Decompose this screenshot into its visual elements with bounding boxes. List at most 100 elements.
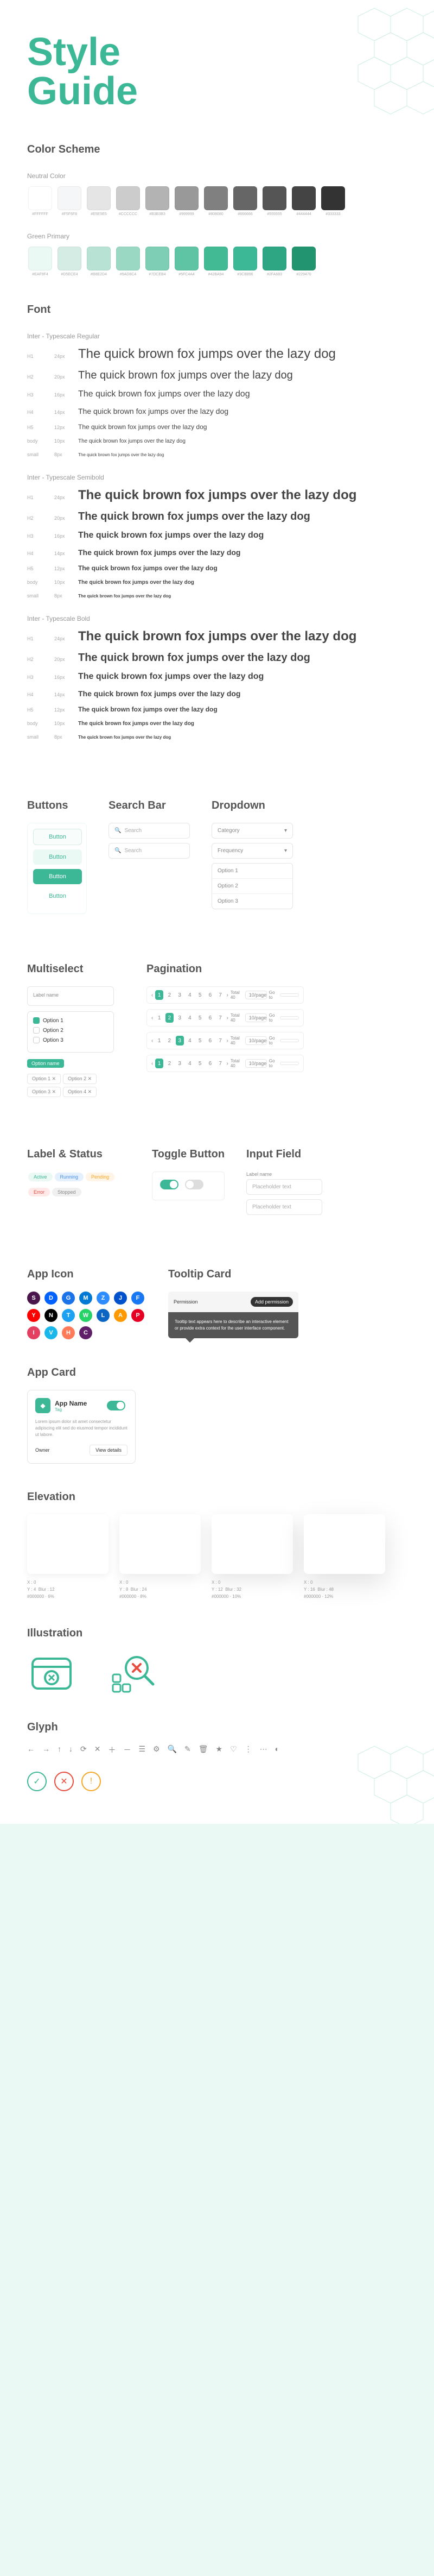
prev-icon[interactable]: ‹ <box>151 1061 153 1067</box>
page-number[interactable]: 1 <box>155 1036 163 1045</box>
app-icon[interactable]: S <box>27 1292 40 1305</box>
app-icon[interactable]: Z <box>97 1292 110 1305</box>
page-number[interactable]: 5 <box>196 1036 204 1045</box>
app-icon[interactable]: J <box>114 1292 127 1305</box>
page-number[interactable]: 7 <box>216 1013 225 1023</box>
color-swatch <box>116 247 140 270</box>
next-icon[interactable]: › <box>226 1015 228 1021</box>
multiselect-option[interactable]: Option 1 <box>33 1017 108 1024</box>
text-input[interactable]: Placeholder text <box>246 1179 322 1195</box>
toggle-on[interactable] <box>160 1180 178 1189</box>
page-number[interactable]: 1 <box>155 990 163 1000</box>
page-number[interactable]: 2 <box>165 1036 174 1045</box>
page-number[interactable]: 5 <box>196 990 204 1000</box>
app-icon[interactable]: V <box>44 1326 58 1339</box>
dropdown-category[interactable]: Category▾ <box>212 823 293 839</box>
tag[interactable]: Option 2 ✕ <box>63 1074 97 1084</box>
dropdown-option[interactable]: Option 2 <box>212 879 292 894</box>
app-icon[interactable]: P <box>131 1309 144 1322</box>
search-input-2[interactable]: 🔍Search <box>108 843 190 859</box>
checkbox[interactable] <box>33 1037 40 1043</box>
page-number[interactable]: 4 <box>186 990 194 1000</box>
toggle-off[interactable] <box>185 1180 203 1189</box>
app-icon[interactable]: A <box>114 1309 127 1322</box>
app-icon[interactable]: Y <box>27 1309 40 1322</box>
text-input-2[interactable]: Placeholder text <box>246 1199 322 1215</box>
prev-icon[interactable]: ‹ <box>151 1015 153 1021</box>
multiselect-closed[interactable]: Label name <box>27 986 114 1006</box>
page-number[interactable]: 5 <box>196 1013 204 1023</box>
page-number[interactable]: 4 <box>186 1013 194 1023</box>
app-card-body: Lorem ipsum dolor sit amet consectetur a… <box>35 1419 127 1438</box>
checkbox[interactable] <box>33 1017 40 1024</box>
goto-input[interactable] <box>280 993 299 997</box>
section-toggle: Toggle Button <box>152 1148 225 1161</box>
next-icon[interactable]: › <box>226 1061 228 1067</box>
prev-icon[interactable]: ‹ <box>151 992 153 998</box>
dropdown-frequency[interactable]: Frequency▾ <box>212 843 293 859</box>
tag[interactable]: Option 4 ✕ <box>63 1087 97 1097</box>
swatch-label: #9AD8C4 <box>120 273 136 276</box>
page-number[interactable]: 6 <box>206 990 214 1000</box>
page-number[interactable]: 3 <box>176 1059 184 1068</box>
add-permission-button[interactable]: Add permission <box>251 1297 293 1307</box>
button-light[interactable]: Button <box>33 849 82 865</box>
app-icon[interactable]: I <box>27 1326 40 1339</box>
page-number[interactable]: 2 <box>165 990 174 1000</box>
app-icon[interactable]: L <box>97 1309 110 1322</box>
page-number[interactable]: 1 <box>155 1059 163 1068</box>
checkbox[interactable] <box>33 1027 40 1034</box>
goto-input[interactable] <box>280 1016 299 1019</box>
app-icon[interactable]: T <box>62 1309 75 1322</box>
page-number[interactable]: 7 <box>216 1059 225 1068</box>
page-number[interactable]: 4 <box>186 1059 194 1068</box>
page-number[interactable]: 2 <box>165 1013 174 1023</box>
page-number[interactable]: 5 <box>196 1059 204 1068</box>
goto-input[interactable] <box>280 1039 299 1042</box>
per-page-select[interactable]: 10/page <box>245 991 267 999</box>
page-number[interactable]: 6 <box>206 1013 214 1023</box>
page-number[interactable]: 1 <box>155 1013 163 1023</box>
app-icon[interactable]: C <box>79 1326 92 1339</box>
multiselect-option[interactable]: Option 3 <box>33 1037 108 1043</box>
page-number[interactable]: 3 <box>176 1013 184 1023</box>
selected-tag[interactable]: Option name <box>27 1059 64 1068</box>
tag[interactable]: Option 1 ✕ <box>27 1074 61 1084</box>
tag[interactable]: Option 3 ✕ <box>27 1087 61 1097</box>
goto-input[interactable] <box>280 1062 299 1065</box>
multiselect-option[interactable]: Option 2 <box>33 1027 108 1034</box>
multiselect-open[interactable]: Option 1 Option 2 Option 3 <box>27 1011 114 1053</box>
page-number[interactable]: 7 <box>216 1036 225 1045</box>
app-icon[interactable]: H <box>62 1326 75 1339</box>
type-sample: The quick brown fox jumps over the lazy … <box>78 672 264 682</box>
prev-icon[interactable]: ‹ <box>151 1038 153 1044</box>
button-primary[interactable]: Button <box>33 869 82 884</box>
app-card-toggle[interactable] <box>107 1401 125 1410</box>
button-ghost[interactable]: Button <box>33 829 82 845</box>
page-number[interactable]: 4 <box>186 1036 194 1045</box>
per-page-select[interactable]: 10/page <box>245 1013 267 1022</box>
app-card-icon: ◆ <box>35 1398 50 1413</box>
search-input-1[interactable]: 🔍Search <box>108 823 190 839</box>
page-number[interactable]: 3 <box>176 1036 184 1045</box>
page-number[interactable]: 7 <box>216 990 225 1000</box>
dropdown-option[interactable]: Option 1 <box>212 864 292 879</box>
app-icon[interactable]: G <box>62 1292 75 1305</box>
app-icon[interactable]: F <box>131 1292 144 1305</box>
next-icon[interactable]: › <box>226 992 228 998</box>
view-details-button[interactable]: View details <box>90 1445 127 1456</box>
app-icon[interactable]: D <box>44 1292 58 1305</box>
per-page-select[interactable]: 10/page <box>245 1059 267 1068</box>
button-text[interactable]: Button <box>33 889 82 904</box>
app-icon[interactable]: W <box>79 1309 92 1322</box>
page-number[interactable]: 6 <box>206 1036 214 1045</box>
next-icon[interactable]: › <box>226 1038 228 1044</box>
page-number[interactable]: 3 <box>176 990 184 1000</box>
app-icon[interactable]: M <box>79 1292 92 1305</box>
app-icon[interactable]: N <box>44 1309 58 1322</box>
page-number[interactable]: 6 <box>206 1059 214 1068</box>
per-page-select[interactable]: 10/page <box>245 1036 267 1045</box>
section-color-scheme: Color Scheme <box>27 143 407 156</box>
dropdown-option[interactable]: Option 3 <box>212 894 292 909</box>
page-number[interactable]: 2 <box>165 1059 174 1068</box>
